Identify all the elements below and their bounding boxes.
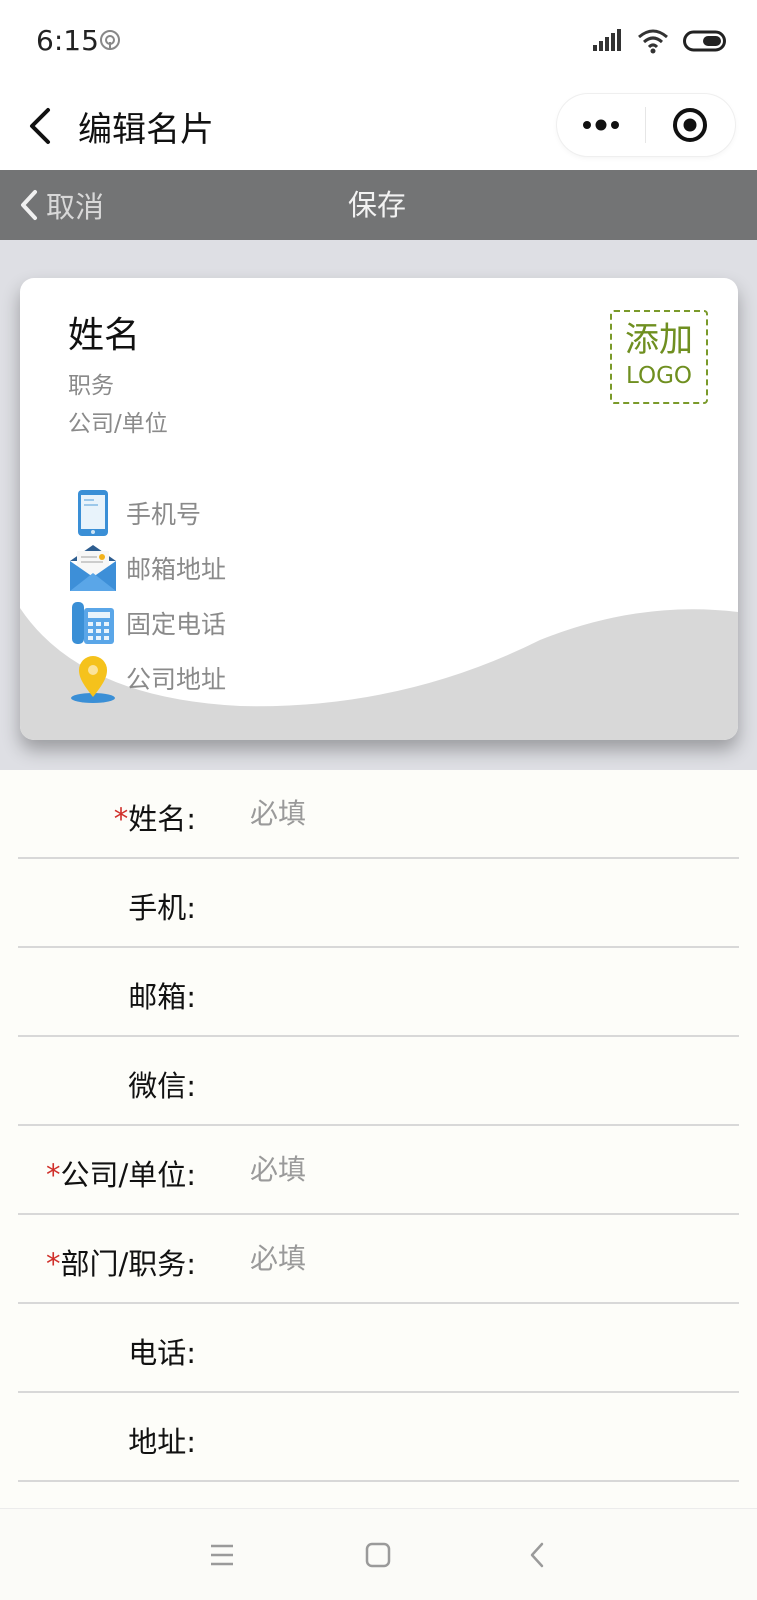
page-title: 编辑名片 — [78, 110, 214, 150]
form-label-text: 电话: — [128, 1336, 196, 1370]
cellular-signal-icon — [593, 29, 621, 51]
card-edit-form: *姓名: 手机: 邮箱: 微信: *公司/单位: *部门/职务: 电话: 地址: — [0, 770, 757, 1482]
back-nav-icon[interactable] — [520, 1537, 556, 1573]
logo-label: LOGO — [625, 363, 693, 389]
form-row-wechat: 微信: — [18, 1037, 739, 1126]
add-logo-label: 添加 — [625, 320, 693, 360]
form-label: 微信: — [128, 1063, 196, 1105]
form-label: 电话: — [128, 1330, 196, 1372]
card-row-label: 公司地址 — [126, 665, 227, 694]
action-bar: 取消 保存 — [0, 170, 757, 240]
email-input[interactable] — [250, 966, 710, 1016]
menu-icon[interactable] — [204, 1537, 240, 1573]
form-label-text: 地址: — [128, 1425, 196, 1459]
add-logo-button[interactable]: 添加 LOGO — [610, 310, 708, 404]
form-label-text: 部门/职务: — [60, 1247, 196, 1281]
telephone-icon — [72, 602, 114, 644]
save-button[interactable]: 保存 — [348, 184, 406, 226]
form-label: 地址: — [128, 1419, 196, 1461]
location-pin-icon — [71, 656, 115, 703]
card-row-address: 公司地址 — [68, 653, 226, 703]
card-row-phone: 手机号 — [68, 488, 201, 538]
battery-icon — [683, 30, 726, 52]
status-time: 6:15 — [36, 24, 99, 57]
form-label: *部门/职务: — [46, 1241, 196, 1283]
form-row-mobile: 手机: — [18, 859, 739, 948]
more-button[interactable] — [557, 94, 645, 156]
business-card: 姓名 职务 公司/单位 添加 LOGO 手机号 邮箱地址 固定电话 公司地址 — [20, 278, 738, 740]
close-mini-program-button[interactable] — [646, 94, 734, 156]
required-mark: * — [113, 802, 129, 836]
department-input[interactable] — [250, 1233, 710, 1283]
address-input[interactable] — [250, 1411, 710, 1461]
required-mark: * — [45, 1158, 61, 1192]
company-input[interactable] — [250, 1144, 710, 1194]
name-input[interactable] — [250, 788, 710, 838]
form-label: *公司/单位: — [46, 1152, 196, 1194]
card-row-landline: 固定电话 — [68, 598, 226, 648]
form-row-name: *姓名: — [18, 770, 739, 859]
card-row-label: 固定电话 — [126, 610, 227, 639]
form-row-telephone: 电话: — [18, 1304, 739, 1393]
cancel-label: 取消 — [46, 190, 105, 224]
form-label: 邮箱: — [128, 974, 196, 1016]
hotspot-icon — [100, 30, 120, 50]
status-bar: 6:15 — [0, 0, 757, 82]
wechat-input[interactable] — [250, 1055, 710, 1105]
chevron-left-icon — [21, 190, 37, 220]
target-circle-icon — [673, 108, 707, 142]
form-label: 手机: — [128, 885, 196, 927]
back-arrow-icon[interactable] — [22, 102, 62, 150]
card-name: 姓名 — [68, 315, 141, 356]
form-label-text: 手机: — [128, 891, 196, 925]
form-label-text: 姓名: — [128, 802, 196, 836]
phone-icon — [78, 490, 108, 536]
form-row-email: 邮箱: — [18, 948, 739, 1037]
wifi-icon — [638, 29, 668, 54]
cancel-button[interactable]: 取消 — [18, 184, 104, 226]
status-icons — [593, 26, 729, 56]
mail-icon — [70, 545, 116, 591]
form-label-text: 微信: — [128, 1069, 196, 1103]
card-row-label: 手机号 — [126, 500, 202, 529]
telephone-input[interactable] — [250, 1322, 710, 1372]
required-mark: * — [45, 1247, 61, 1281]
form-label-text: 公司/单位: — [60, 1158, 196, 1192]
system-navigation-bar — [0, 1508, 757, 1600]
home-square-icon[interactable] — [360, 1537, 396, 1573]
mobile-input[interactable] — [250, 877, 710, 927]
card-preview-area: 姓名 职务 公司/单位 添加 LOGO 手机号 邮箱地址 固定电话 公司地址 — [0, 240, 757, 770]
nav-bar: 编辑名片 — [0, 82, 757, 170]
form-label-text: 邮箱: — [128, 980, 196, 1014]
mini-program-capsule — [557, 94, 735, 156]
card-row-email: 邮箱地址 — [68, 543, 226, 593]
form-row-company: *公司/单位: — [18, 1126, 739, 1215]
card-row-label: 邮箱地址 — [126, 555, 227, 584]
more-dots-icon — [583, 119, 619, 131]
form-label: *姓名: — [114, 796, 196, 838]
form-row-address: 地址: — [18, 1393, 739, 1482]
card-company: 公司/单位 — [68, 411, 168, 437]
card-job-title: 职务 — [68, 373, 114, 399]
form-row-department: *部门/职务: — [18, 1215, 739, 1304]
